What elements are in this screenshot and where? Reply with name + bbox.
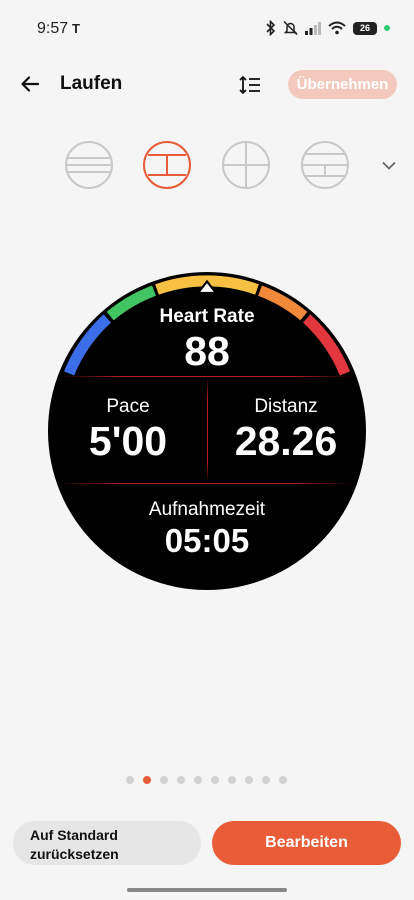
layout-quadrants-icon xyxy=(222,141,270,189)
heart-rate-label: Heart Rate xyxy=(159,306,255,327)
page-dot[interactable] xyxy=(245,776,253,784)
layout-option-4[interactable] xyxy=(301,141,349,189)
layout-3-rows-icon xyxy=(65,141,113,189)
signal-icon xyxy=(305,22,321,35)
reset-to-default-button[interactable]: Auf Standard zurücksetzen xyxy=(13,821,201,865)
page-dot[interactable] xyxy=(194,776,202,784)
layout-top-split-bottom-icon xyxy=(143,141,191,189)
layout-option-3[interactable] xyxy=(222,141,270,189)
watch-face-preview: Heart Rate 88 Pace 5'00 Distanz 28.26 Au… xyxy=(48,272,366,590)
app-bar: Laufen Übernehmen xyxy=(0,60,414,110)
divider xyxy=(207,377,208,483)
reorder-button[interactable] xyxy=(236,71,264,99)
distance-label: Distanz xyxy=(254,396,318,417)
pace-label: Pace xyxy=(106,396,150,417)
status-icons: 26 xyxy=(266,20,390,36)
arrow-left-icon xyxy=(21,76,40,92)
page-dot[interactable] xyxy=(126,776,134,784)
page-dot[interactable] xyxy=(279,776,287,784)
battery-icon: 26 xyxy=(353,21,377,35)
page-dot[interactable] xyxy=(262,776,270,784)
layout-top-split-rows-icon xyxy=(301,141,349,189)
layout-option-2-selected[interactable] xyxy=(143,141,191,189)
record-time-value: 05:05 xyxy=(164,522,250,559)
distance-value: 28.26 xyxy=(234,418,338,464)
page-title: Laufen xyxy=(60,73,123,94)
page-dot-active[interactable] xyxy=(143,776,151,784)
apply-button[interactable]: Übernehmen xyxy=(288,70,397,99)
bluetooth-icon xyxy=(266,20,276,36)
reorder-list-icon xyxy=(239,76,260,94)
page-dot[interactable] xyxy=(228,776,236,784)
page-dot[interactable] xyxy=(177,776,185,784)
page-dot[interactable] xyxy=(160,776,168,784)
heart-rate-value: 88 xyxy=(184,328,230,374)
record-time-label: Aufnahmezeit xyxy=(148,499,266,520)
status-time: 9:57 xyxy=(37,20,69,37)
home-indicator[interactable] xyxy=(127,888,287,892)
reset-label-line2: zurücksetzen xyxy=(30,845,119,862)
page-indicator xyxy=(126,776,287,784)
chevron-down-icon xyxy=(382,161,396,170)
reset-label-line1: Auf Standard xyxy=(30,826,118,843)
layout-option-1[interactable] xyxy=(65,141,113,189)
layout-selector xyxy=(0,138,414,194)
mute-icon xyxy=(283,20,298,36)
back-button[interactable] xyxy=(14,68,46,100)
pace-value: 5'00 xyxy=(88,418,168,464)
page-dot[interactable] xyxy=(211,776,219,784)
privacy-indicator-dot xyxy=(384,25,390,31)
expand-layouts-button[interactable] xyxy=(376,152,402,178)
wifi-icon xyxy=(328,21,346,35)
status-bar: 9:57 T 26 xyxy=(0,0,414,58)
divider xyxy=(60,483,354,484)
tesla-icon: T xyxy=(72,21,80,36)
edit-button[interactable]: Bearbeiten xyxy=(212,821,401,865)
